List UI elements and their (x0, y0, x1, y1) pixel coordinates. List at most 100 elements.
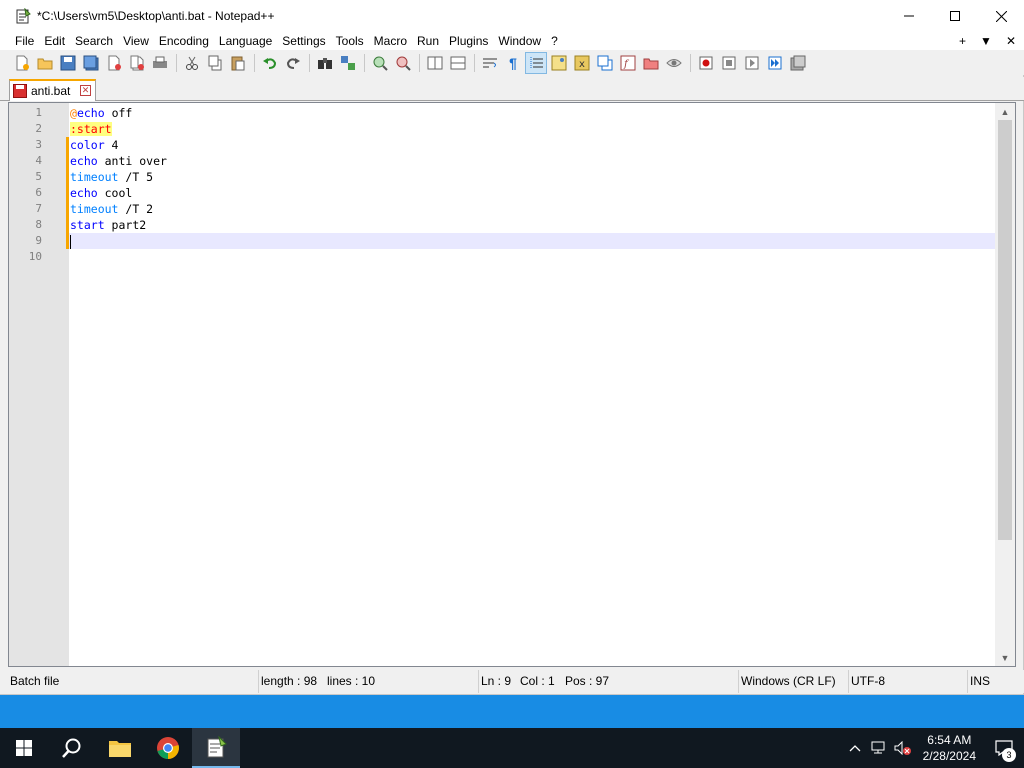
tab-anti-bat[interactable]: anti.bat ✕ (9, 79, 96, 101)
clock[interactable]: 6:54 AM 2/28/2024 (915, 732, 984, 764)
menu-window[interactable]: Window (493, 32, 546, 50)
code-line[interactable]: @echo off (69, 105, 995, 121)
start-button[interactable] (0, 728, 48, 768)
status-insert-mode[interactable]: INS (967, 670, 1012, 693)
menu-settings[interactable]: Settings (277, 32, 330, 50)
menu-language[interactable]: Language (214, 32, 277, 50)
close-icon (995, 10, 1007, 22)
macro-run-multiple-button[interactable] (764, 52, 786, 74)
status-eol[interactable]: Windows (CR LF) (738, 670, 846, 693)
close-document-button[interactable]: ✕ (1006, 34, 1016, 48)
new-tab-plus-button[interactable]: + (959, 34, 966, 48)
notepadpp-taskbar-button[interactable] (192, 728, 240, 768)
action-center-button[interactable]: 3 (984, 728, 1024, 768)
volume-button[interactable] (891, 728, 915, 768)
zoom-in-button[interactable] (369, 52, 391, 74)
code-line[interactable] (69, 233, 995, 249)
status-language: Batch file (10, 674, 60, 688)
close-button[interactable] (978, 0, 1024, 32)
pilcrow-icon: ¶ (509, 54, 517, 71)
word-wrap-button[interactable] (479, 52, 501, 74)
save-button[interactable] (57, 52, 79, 74)
vertical-scrollbar[interactable]: ▲ ▼ (995, 103, 1015, 666)
line-number: 3 (35, 138, 42, 151)
toolbar: ¶ x f (0, 50, 1024, 75)
sync-vertical-button[interactable] (424, 52, 446, 74)
editor-area[interactable]: 1 2 3 4 5 6 7 8 9 10 @echo off:start colo… (8, 102, 1016, 667)
code-line[interactable]: color 4 (69, 137, 995, 153)
code-text-area[interactable]: @echo off:start color 4 echo anti over time… (69, 103, 995, 666)
menu-run[interactable]: Run (412, 32, 444, 50)
notepadpp-icon (207, 736, 227, 758)
code-token: /T 2 (118, 202, 154, 216)
code-line[interactable]: start part2 (69, 217, 995, 233)
monitoring-button[interactable] (663, 52, 685, 74)
maximize-button[interactable] (932, 0, 978, 32)
code-line[interactable]: echo anti over (69, 153, 995, 169)
menu-plugins[interactable]: Plugins (444, 32, 493, 50)
file-explorer-button[interactable] (96, 728, 144, 768)
doc-list-button[interactable] (594, 52, 616, 74)
macro-stop-button[interactable] (718, 52, 740, 74)
menu-search[interactable]: Search (70, 32, 118, 50)
menu-edit[interactable]: Edit (39, 32, 70, 50)
tab-list-down-button[interactable]: ▼ (980, 34, 992, 48)
code-line[interactable]: timeout /T 2 (69, 201, 995, 217)
scroll-thumb[interactable] (998, 120, 1012, 540)
macro-play-button[interactable] (741, 52, 763, 74)
notification-count-badge: 3 (1002, 748, 1016, 762)
show-all-chars-button[interactable]: ¶ (502, 52, 524, 74)
doc-map-button[interactable]: x (571, 52, 593, 74)
title-bar[interactable]: *C:\Users\vm5\Desktop\anti.bat - Notepad… (0, 0, 1024, 32)
minimize-button[interactable] (886, 0, 932, 32)
tab-close-button[interactable]: ✕ (80, 85, 91, 96)
print-button[interactable] (149, 52, 171, 74)
code-token: echo (76, 106, 105, 120)
word-wrap-icon (483, 58, 497, 67)
menu-view[interactable]: View (118, 32, 154, 50)
notepadpp-icon (15, 8, 31, 24)
code-line[interactable] (69, 249, 995, 265)
show-hidden-icons-button[interactable] (843, 728, 867, 768)
fast-forward-icon (768, 56, 782, 69)
minimize-icon (904, 15, 914, 17)
copy-button[interactable] (204, 52, 226, 74)
function-list-button[interactable]: f (617, 52, 639, 74)
code-line[interactable]: echo cool (69, 185, 995, 201)
line-number: 5 (35, 170, 42, 183)
close-file-button[interactable] (103, 52, 125, 74)
indent-guide-button[interactable] (525, 51, 547, 74)
open-file-button[interactable] (34, 52, 56, 74)
scroll-down-arrow[interactable]: ▼ (995, 649, 1015, 666)
new-file-button[interactable] (11, 52, 33, 74)
paste-button[interactable] (227, 52, 249, 74)
redo-button[interactable] (282, 52, 304, 74)
menu-tools[interactable]: Tools (331, 32, 369, 50)
status-encoding[interactable]: UTF-8 (848, 670, 966, 693)
code-line[interactable]: :start (69, 121, 995, 137)
search-button[interactable] (48, 728, 96, 768)
network-button[interactable] (867, 728, 891, 768)
cut-button[interactable] (181, 52, 203, 74)
find-button[interactable] (314, 52, 336, 74)
zoom-out-button[interactable] (392, 52, 414, 74)
menu-help[interactable]: ? (546, 32, 563, 50)
scroll-up-arrow[interactable]: ▲ (995, 103, 1015, 120)
code-token: start (70, 218, 105, 232)
udl-button[interactable] (548, 52, 570, 74)
sync-horizontal-button[interactable] (447, 52, 469, 74)
menu-encoding[interactable]: Encoding (154, 32, 214, 50)
menu-file[interactable]: File (10, 32, 39, 50)
folder-workspace-button[interactable] (640, 52, 662, 74)
menu-macro[interactable]: Macro (369, 32, 412, 50)
macro-save-button[interactable] (787, 52, 809, 74)
start-icon (16, 740, 32, 756)
macro-record-button[interactable] (695, 52, 717, 74)
code-line[interactable]: timeout /T 5 (69, 169, 995, 185)
close-all-button[interactable] (126, 52, 148, 74)
undo-button[interactable] (259, 52, 281, 74)
toolbar-separator (254, 53, 255, 72)
chrome-button[interactable] (144, 728, 192, 768)
replace-button[interactable] (337, 52, 359, 74)
save-all-button[interactable] (80, 52, 102, 74)
